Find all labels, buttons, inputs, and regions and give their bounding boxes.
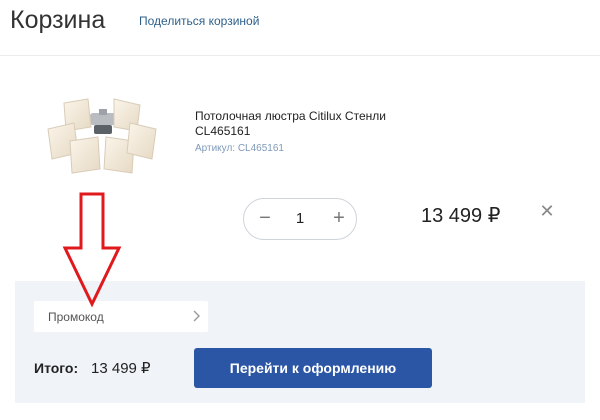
- chandelier-image: [44, 75, 161, 192]
- header-divider: [0, 55, 600, 56]
- chevron-right-icon: [193, 310, 200, 322]
- close-icon[interactable]: ✕: [538, 202, 556, 220]
- share-cart-link[interactable]: Поделиться корзиной: [139, 14, 259, 28]
- down-arrow-icon: [62, 192, 122, 308]
- total-label: Итого:: [34, 360, 79, 376]
- item-price: 13 499 ₽: [421, 205, 501, 227]
- decrease-quantity-button[interactable]: −: [254, 208, 276, 230]
- product-sku: Артикул: CL465161: [195, 143, 284, 154]
- promo-code-label: Промокод: [48, 310, 104, 324]
- total-value: 13 499 ₽: [91, 360, 151, 377]
- product-name[interactable]: Потолочная люстра Citilux Стенли CL46516…: [195, 109, 410, 139]
- increase-quantity-button[interactable]: +: [328, 208, 350, 230]
- checkout-button[interactable]: Перейти к оформлению: [194, 348, 432, 388]
- quantity-stepper: − 1 +: [243, 198, 357, 240]
- page-title: Корзина: [10, 6, 106, 34]
- product-image[interactable]: [44, 75, 161, 192]
- quantity-value[interactable]: 1: [284, 210, 316, 227]
